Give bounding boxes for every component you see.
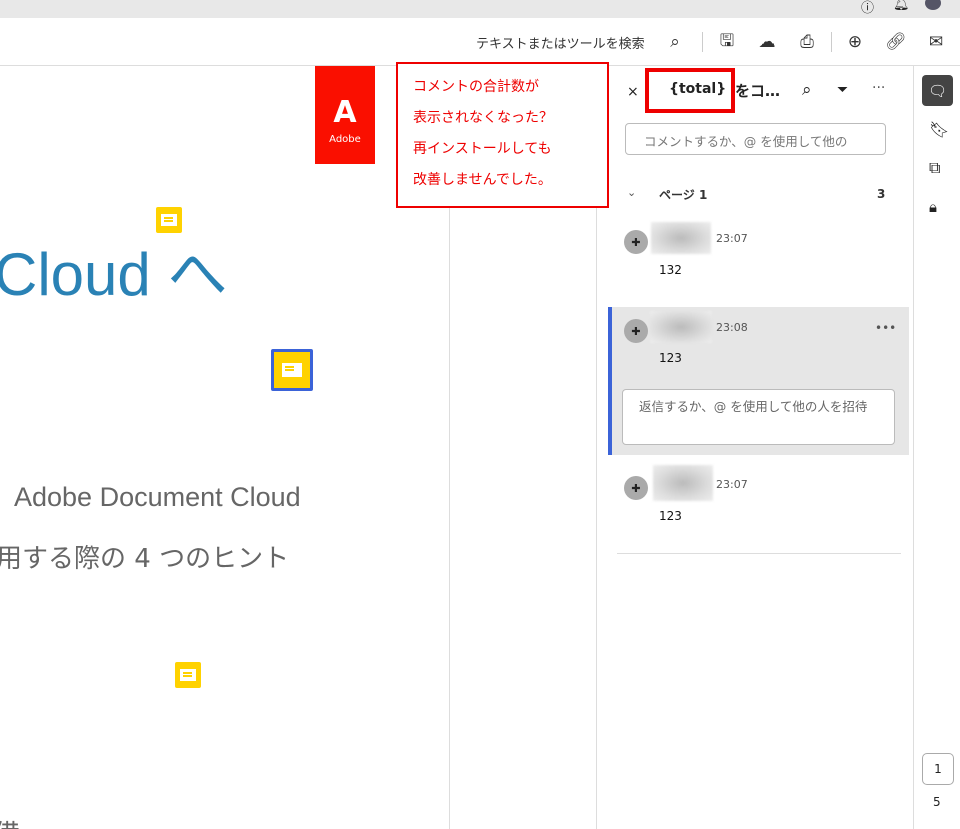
sticky-note-icon[interactable] bbox=[156, 207, 182, 233]
reply-input[interactable]: 返信するか、@ を使用して他の人を招待 bbox=[622, 389, 895, 445]
page-total: 5 bbox=[933, 795, 941, 809]
bell-icon[interactable]: 🔔︎ bbox=[893, 0, 910, 12]
system-bar: ⓘ 🔔︎ bbox=[0, 0, 960, 18]
sticky-note-icon-selected[interactable] bbox=[271, 349, 313, 391]
divider bbox=[831, 32, 832, 52]
more-options-icon[interactable]: ••• bbox=[875, 321, 896, 335]
bookmark-icon[interactable]: 🔖︎ bbox=[929, 120, 949, 139]
save-icon[interactable]: 🖫 bbox=[715, 30, 739, 54]
search-icon[interactable]: ⌕ bbox=[802, 80, 812, 100]
comment-text: 123 bbox=[659, 509, 682, 523]
toolbar: テキストまたはツールを検索 ⌕ 🖫 ☁ ⎙ ⊕ 🔗︎ ✉ bbox=[0, 18, 960, 66]
author-name-redacted bbox=[653, 465, 713, 501]
doc-fragment: 備 bbox=[0, 814, 20, 829]
annotation-line: 改善しませんでした。 bbox=[413, 172, 552, 188]
sticky-note-icon[interactable] bbox=[175, 662, 201, 688]
lock-icon[interactable]: 🔒︎ bbox=[929, 198, 937, 216]
chevron-down-icon[interactable]: ⌄ bbox=[627, 186, 636, 199]
comment-note-icon: ✚ bbox=[624, 319, 648, 343]
page-group-label: ページ 1 bbox=[659, 188, 708, 202]
page-number-input[interactable]: 1 bbox=[922, 753, 954, 785]
upload-cloud-icon[interactable]: ☁ bbox=[755, 30, 779, 54]
divider bbox=[617, 553, 901, 554]
divider bbox=[702, 32, 703, 52]
comment-text: 123 bbox=[659, 351, 682, 365]
comment-item-selected[interactable]: ✚ 23:08 ••• 123 返信するか、@ を使用して他の人を招待 bbox=[608, 307, 909, 455]
comment-input[interactable]: コメントするか、@ を使用して他の bbox=[625, 123, 886, 155]
filter-icon[interactable]: ⏷ bbox=[837, 82, 848, 98]
comment-item[interactable]: ✚ 23:07 123 bbox=[597, 462, 913, 542]
print-icon[interactable]: ⎙ bbox=[795, 30, 819, 54]
comment-note-icon: ✚ bbox=[624, 230, 648, 254]
mail-icon[interactable]: ✉ bbox=[924, 30, 948, 54]
doc-line: Adobe Document Cloud bbox=[14, 482, 301, 512]
search-icon[interactable]: ⌕ bbox=[663, 30, 687, 54]
page-comment-count: 3 bbox=[877, 187, 886, 201]
panel-title-suffix: をコ… bbox=[735, 82, 781, 100]
comments-panel: × {total} をコ… ⌕ ⏷ ··· コメントするか、@ を使用して他の … bbox=[597, 66, 913, 829]
comment-time: 23:07 bbox=[716, 232, 748, 245]
author-name-redacted bbox=[651, 222, 711, 254]
doc-line: 用する際の 4 つのヒント bbox=[0, 544, 290, 574]
avatar[interactable] bbox=[925, 0, 941, 10]
comments-icon[interactable]: 🗨︎ bbox=[922, 75, 953, 106]
annotation-highlight-box bbox=[645, 68, 735, 113]
adobe-logo: A Adobe bbox=[315, 66, 375, 164]
comment-item[interactable]: ✚ 23:07 132 bbox=[597, 216, 913, 296]
comment-note-icon: ✚ bbox=[624, 476, 648, 500]
close-icon[interactable]: × bbox=[627, 84, 639, 100]
link-icon[interactable]: 🔗︎ bbox=[884, 30, 908, 54]
more-options-icon[interactable]: ··· bbox=[872, 80, 885, 96]
comment-time: 23:08 bbox=[716, 321, 748, 334]
pages-icon[interactable]: ⧉ bbox=[929, 158, 940, 178]
comment-text: 132 bbox=[659, 263, 682, 277]
annotation-callout: コメントの合計数が 表示されなくなった？ 再インストールしても 改善しませんでし… bbox=[396, 62, 609, 208]
annotation-line: 表示されなくなった？ bbox=[413, 110, 553, 126]
author-name-redacted bbox=[650, 311, 712, 343]
search-tools-label[interactable]: テキストまたはツールを検索 bbox=[476, 33, 645, 52]
annotation-line: 再インストールしても bbox=[413, 141, 552, 157]
comment-time: 23:07 bbox=[716, 478, 748, 491]
right-rail: 🗨︎ 🔖︎ ⧉ 🔒︎ 1 5 bbox=[913, 66, 960, 829]
document-page: A Adobe Cloud へ Adobe Document Cloud 用する… bbox=[0, 66, 450, 829]
annotation-line: コメントの合計数が bbox=[413, 79, 539, 95]
share-user-icon[interactable]: ⊕ bbox=[843, 30, 867, 54]
doc-heading: Cloud へ bbox=[0, 241, 228, 308]
help-icon[interactable]: ⓘ bbox=[861, 0, 874, 16]
